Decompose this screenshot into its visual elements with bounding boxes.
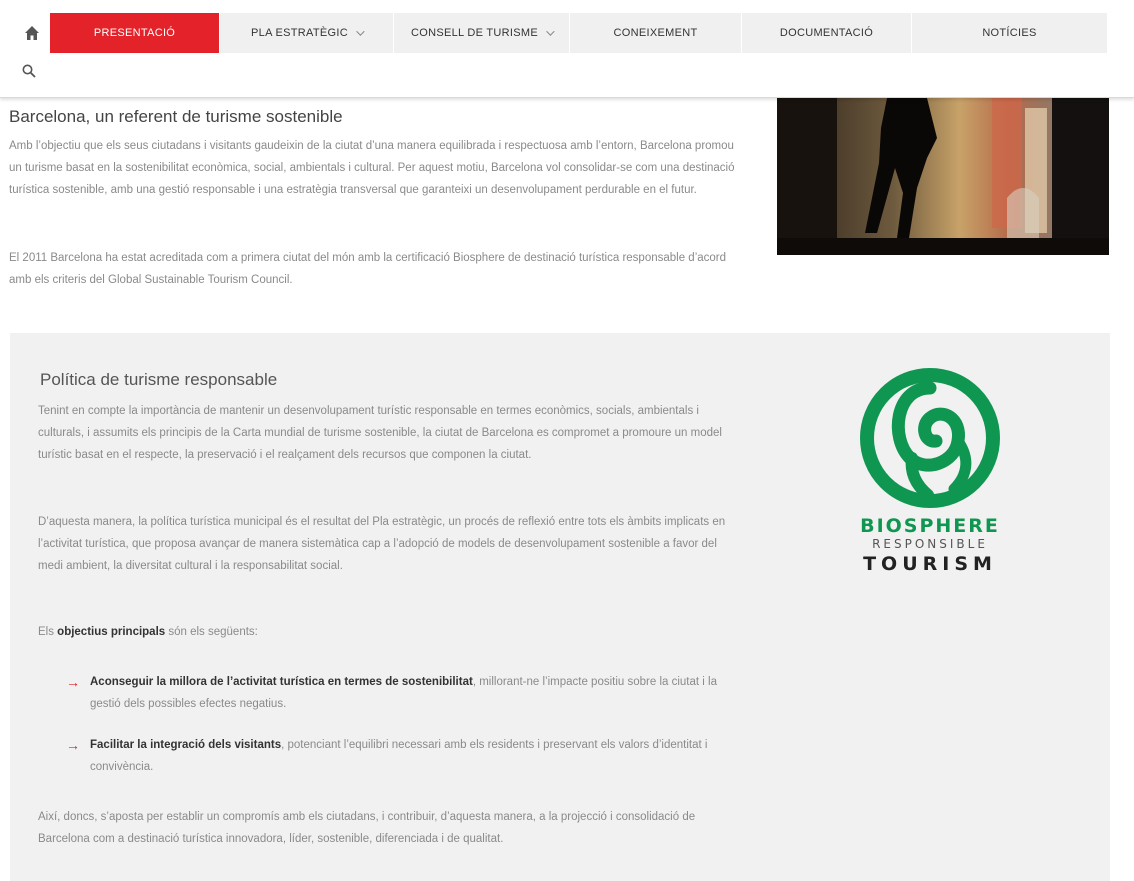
home-button[interactable] <box>14 13 50 53</box>
search-button[interactable] <box>22 64 42 84</box>
arrow-right-icon: → <box>66 737 80 753</box>
chevron-down-icon <box>546 27 555 36</box>
nav-item-consell-de-turisme[interactable]: CONSELL DE TURISME <box>394 13 570 53</box>
biosphere-swirl-icon <box>860 368 1000 508</box>
nav-item-coneixement[interactable]: CONEIXEMENT <box>570 13 742 53</box>
top-navigation: PRESENTACIÓ PLA ESTRATÈGIC CONSELL DE TU… <box>0 0 1134 98</box>
search-icon <box>22 64 36 78</box>
hero-title: Barcelona, un referent de turisme sosten… <box>9 107 343 126</box>
nav-item-documentacio[interactable]: DOCUMENTACIÓ <box>742 13 912 53</box>
panel-paragraph-2: D’aquesta manera, la política turística … <box>38 516 726 572</box>
panel-title: Política de turisme responsable <box>40 370 278 389</box>
list-item: → Facilitar la integració dels visitants… <box>66 734 726 778</box>
biosphere-logo: BIOSPHERE RESPONSIBLE TOURISM <box>850 363 1010 593</box>
panel-paragraph-1: Tenint en compte la importància de mante… <box>38 405 722 461</box>
objectives-intro: Els objectius principals són els següent… <box>38 626 258 638</box>
nav-item-pla-estrategic[interactable]: PLA ESTRATÈGIC <box>220 13 394 53</box>
panel-paragraph-3: Així, doncs, s’aposta per establir un co… <box>38 811 696 845</box>
chevron-down-icon <box>356 27 365 36</box>
arrow-right-icon: → <box>66 674 80 690</box>
nav-bar: PRESENTACIÓ PLA ESTRATÈGIC CONSELL DE TU… <box>14 13 1108 53</box>
logo-line-3: TOURISM <box>863 553 997 575</box>
responsible-tourism-panel: Política de turisme responsable Tenint e… <box>10 333 1110 881</box>
home-icon <box>25 26 39 40</box>
hero-paragraph-1: Amb l’objectiu que els seus ciutadans i … <box>9 140 735 196</box>
hero-paragraph-2: El 2011 Barcelona ha estat acreditada co… <box>9 252 727 286</box>
logo-line-2: RESPONSIBLE <box>872 537 988 551</box>
hero-photo <box>777 98 1109 255</box>
nav-item-presentacio[interactable]: PRESENTACIÓ <box>50 13 220 53</box>
nav-item-noticies[interactable]: NOTÍCIES <box>912 13 1108 53</box>
list-item: → Aconseguir la millora de l’activitat t… <box>66 671 726 715</box>
logo-line-1: BIOSPHERE <box>860 515 1000 537</box>
